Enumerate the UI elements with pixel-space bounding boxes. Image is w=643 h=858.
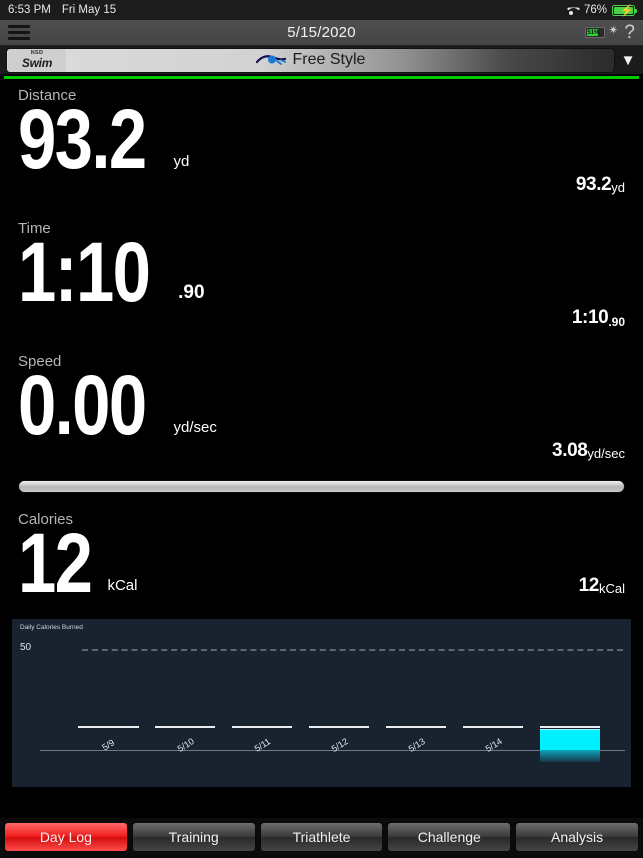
metric-time: Time 1:10 .90 1:10 .90 [18, 212, 625, 345]
daily-calories-chart[interactable]: Daily Calories Burned 50 5/9 5/10 5/11 5/12… [12, 619, 631, 787]
status-bar-date: Fri May 15 [61, 4, 117, 16]
nav-bar-right: 51% ✴ ? [585, 23, 635, 42]
status-bar-right: 76% ⚡ [565, 4, 637, 17]
tab-analysis[interactable]: Analysis [515, 821, 639, 852]
bottom-tab-bar: Day Log Training Triathlete Challenge Analys… [0, 818, 643, 858]
chart-tick-mark [463, 726, 524, 728]
chart-x-tick: 5/13 [386, 726, 447, 754]
chart-x-tick: 5/9 [78, 726, 139, 753]
app-nav-bar: 5/15/2020 51% ✴ ? [0, 20, 643, 46]
metric-total-value: 1:10 [571, 307, 609, 328]
metric-value: 1:10 [18, 225, 151, 319]
chart-plot-area: 5/95/105/115/125/135/145/15 [40, 627, 625, 787]
metrics-panel: Distance 93.2 yd 93.2 yd Time 1:10 .90 1… [0, 79, 643, 613]
stroke-mode-center: Free Style [7, 51, 614, 69]
chart-x-tick-label: 5/13 [406, 736, 427, 754]
page-title: 5/15/2020 [287, 24, 356, 41]
hamburger-menu-icon[interactable] [8, 25, 30, 40]
metric-total-group: 93.2 yd [576, 174, 625, 196]
battery-charging-icon: ⚡ [612, 4, 637, 17]
metric-distance: Distance 93.2 yd 93.2 yd [18, 79, 625, 212]
bluetooth-icon: ✴ [608, 23, 619, 37]
chart-x-tick-label: 5/12 [329, 736, 350, 754]
metric-total-group: 1:10 .90 [572, 307, 625, 329]
status-bar-battery-percent: 76% [583, 4, 607, 16]
metric-total-value: 12 [578, 575, 600, 596]
metric-total-unit: yd/sec [587, 446, 625, 461]
status-bar-time: 6:53 PM [8, 4, 51, 16]
metric-speed: Speed 0.00 yd/sec 3.08 yd/sec [18, 345, 625, 478]
metric-value-group: 93.2 yd [18, 92, 625, 186]
chart-x-tick-label: 5/9 [100, 737, 117, 753]
metric-total-value: 93.2 [575, 174, 612, 195]
metric-total-group: 3.08 yd/sec [552, 440, 625, 462]
device-battery-icon: 51% [585, 27, 606, 38]
logo-main-text: Swim [21, 55, 53, 70]
status-bar-left: 6:53 PM Fri May 15 [8, 4, 116, 16]
chart-tick-mark [540, 726, 601, 728]
metric-value-group: 0.00 yd/sec [18, 358, 625, 452]
metric-value: 12 [18, 516, 93, 610]
device-battery-label: 51% [587, 30, 600, 36]
chart-tick-mark [155, 726, 216, 728]
nsd-swim-logo: NSD Swim [8, 48, 66, 72]
metric-unit: yd [173, 153, 190, 171]
stroke-mode-label: Free Style [292, 51, 366, 68]
metric-calories: Calories 12 kCal 12 kCal [18, 503, 625, 613]
metric-total-value: 3.08 [552, 440, 588, 461]
metric-value: 93.2 [18, 92, 147, 186]
metric-value-group: 1:10 .90 [18, 225, 625, 319]
chart-x-tick: 5/10 [155, 726, 216, 754]
metric-unit: kCal [107, 577, 138, 595]
metric-total-unit: yd [611, 180, 625, 195]
chart-y-tick-label: 50 [20, 642, 32, 653]
chart-x-tick: 5/14 [463, 726, 524, 754]
chart-tick-mark [309, 726, 370, 728]
chart-tick-mark [78, 726, 139, 728]
chart-bar[interactable] [540, 729, 601, 750]
chart-x-tick-label: 5/14 [483, 736, 504, 754]
metric-unit: yd/sec [173, 419, 217, 437]
chart-x-tick: 5/12 [309, 726, 370, 754]
tab-challenge[interactable]: Challenge [387, 821, 512, 852]
chart-x-tick-label: 5/11 [252, 736, 273, 754]
metric-total-unit: kCal [598, 581, 625, 596]
chart-tick-mark [232, 726, 293, 728]
tab-triathlete[interactable]: Triathlete [259, 821, 384, 852]
metric-value: 0.00 [18, 358, 147, 452]
workout-progress-bar[interactable] [18, 480, 625, 493]
help-button[interactable]: ? [624, 23, 635, 42]
wifi-icon [565, 5, 579, 16]
tab-training[interactable]: Training [131, 821, 256, 852]
chevron-down-icon[interactable]: ▼ [615, 52, 641, 69]
stroke-mode-bar: NSD Swim Free Style ▼ [0, 46, 643, 74]
ios-status-bar: 6:53 PM Fri May 15 76% ⚡ [0, 0, 643, 20]
chart-x-tick-label: 5/10 [175, 736, 196, 754]
chart-tick-mark [386, 726, 447, 728]
stroke-mode-selector[interactable]: NSD Swim Free Style [6, 47, 615, 73]
metric-value-group: 12 kCal [18, 516, 625, 610]
metric-value-fraction: .90 [178, 282, 205, 304]
swimmer-icon [255, 55, 286, 65]
tab-day-log[interactable]: Day Log [4, 821, 128, 852]
metric-total-fraction: .90 [608, 315, 625, 329]
metric-total-group: 12 kCal [579, 575, 625, 597]
chart-bar-reflection [540, 750, 601, 762]
chart-x-tick: 5/11 [232, 726, 293, 754]
